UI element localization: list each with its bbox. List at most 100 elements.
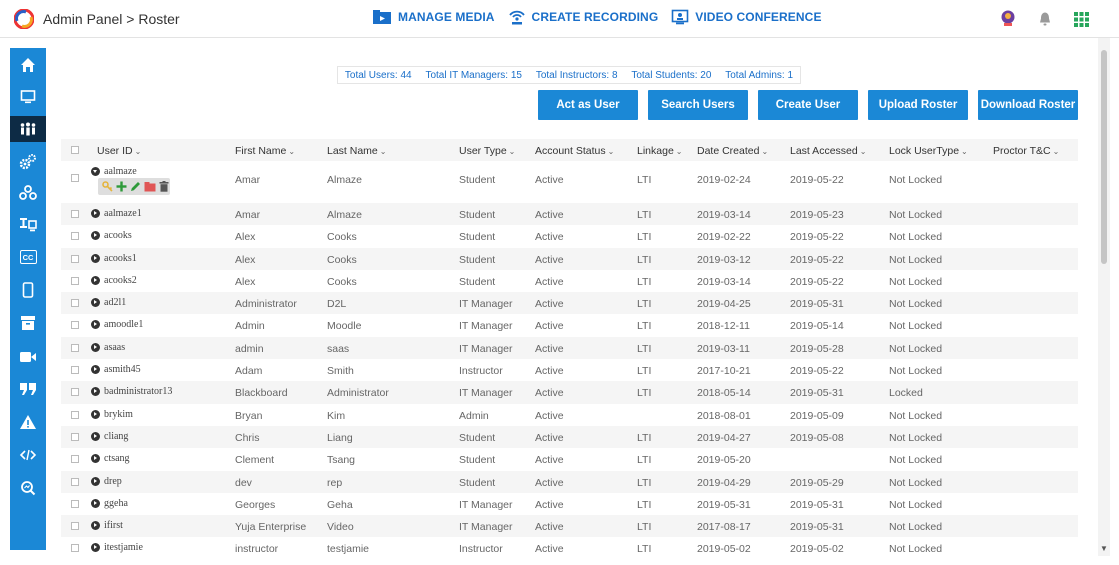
table-row[interactable]: aalmaze1 Amar Almaze Student Active LTI 2019-0… — [61, 203, 1078, 226]
expand-row-icon[interactable] — [91, 543, 100, 553]
table-row[interactable]: itestjamie instructor testjamie Instructor A… — [61, 537, 1078, 559]
video-conference-link[interactable]: VIDEO CONFERENCE — [671, 9, 821, 25]
table-row[interactable]: badministrator13 Blackboard Administrator I… — [61, 381, 1078, 404]
upload-roster-button[interactable]: Upload Roster — [868, 90, 968, 120]
table-row[interactable]: drep dev rep Student Active LTI 2019-04-29 2019… — [61, 470, 1078, 493]
user-avatar-icon[interactable] — [1000, 10, 1016, 28]
sort-caret-icon[interactable]: ⌄ — [676, 147, 683, 156]
row-checkbox[interactable] — [71, 232, 79, 241]
table-row[interactable]: acooks2 Alex Cooks Student Active LTI 2019-03-… — [61, 270, 1078, 292]
sort-caret-icon[interactable]: ⌄ — [1053, 147, 1060, 156]
user-id-cell[interactable]: ifirst — [91, 520, 123, 531]
row-checkbox[interactable] — [71, 432, 79, 441]
user-id-cell[interactable]: acooks — [91, 230, 132, 241]
user-id-cell[interactable]: asmith45 — [91, 364, 141, 375]
sidebar-item-search[interactable] — [10, 475, 46, 501]
user-id-cell[interactable]: ad2l1 — [91, 297, 126, 308]
sidebar-item-code[interactable] — [10, 442, 46, 468]
table-row[interactable]: asmith45 Adam Smith Instructor Active LTI 2017… — [61, 359, 1078, 381]
table-row[interactable]: ifirst Yuja Enterprise Video IT Manager Acti… — [61, 515, 1078, 538]
expand-row-icon[interactable] — [91, 431, 100, 441]
row-checkbox[interactable] — [71, 544, 79, 553]
sidebar-item-captions[interactable]: CC — [10, 244, 46, 270]
yuja-logo-icon[interactable] — [14, 9, 34, 29]
row-checkbox[interactable] — [71, 321, 79, 330]
col-proctor-tc-header[interactable]: Proctor T&C ⌄ — [993, 145, 1059, 157]
sort-caret-icon[interactable]: ⌄ — [380, 147, 387, 156]
expand-row-icon[interactable] — [91, 476, 100, 486]
sort-caret-icon[interactable]: ⌄ — [961, 147, 968, 156]
select-all-checkbox[interactable] — [71, 146, 79, 154]
trash-icon[interactable] — [159, 181, 169, 192]
sidebar-item-video[interactable] — [10, 344, 46, 370]
user-id-cell[interactable]: ctsang — [91, 453, 130, 464]
sort-caret-icon[interactable]: ⌄ — [509, 147, 516, 156]
page-scrollbar[interactable]: ▼ — [1098, 38, 1110, 556]
row-checkbox[interactable] — [71, 522, 79, 531]
sidebar-item-quotes[interactable] — [10, 376, 46, 402]
sidebar-item-settings[interactable] — [10, 149, 46, 175]
scrollbar-thumb[interactable] — [1101, 50, 1107, 264]
user-id-cell[interactable]: acooks1 — [91, 253, 137, 264]
expand-row-icon[interactable] — [91, 498, 100, 508]
plus-icon[interactable] — [116, 181, 127, 192]
user-id-cell[interactable]: acooks2 — [91, 275, 137, 286]
sort-caret-icon[interactable]: ⌄ — [761, 147, 768, 156]
expand-row-icon[interactable] — [91, 365, 100, 375]
sidebar-item-monitor[interactable] — [10, 84, 46, 110]
table-row[interactable]: amoodle1 Admin Moodle IT Manager Active LTI 20… — [61, 314, 1078, 336]
row-checkbox[interactable] — [71, 299, 79, 308]
user-id-cell[interactable]: badministrator13 — [91, 386, 172, 397]
table-row[interactable]: asaas admin saas IT Manager Active LTI 2019-03… — [61, 336, 1078, 360]
download-roster-button[interactable]: Download Roster — [978, 90, 1078, 120]
col-account-status-header[interactable]: Account Status ⌄ — [535, 145, 614, 157]
pencil-icon[interactable] — [130, 181, 141, 192]
row-checkbox[interactable] — [71, 388, 79, 397]
sidebar-item-alerts[interactable] — [10, 409, 46, 435]
sidebar-item-users[interactable] — [10, 116, 46, 142]
table-row[interactable]: acooks Alex Cooks Student Active LTI 2019-02-2… — [61, 225, 1078, 247]
col-first-name-header[interactable]: First Name ⌄ — [235, 145, 295, 157]
col-last-accessed-header[interactable]: Last Accessed ⌄ — [790, 145, 866, 157]
expand-row-icon[interactable] — [91, 521, 100, 531]
expand-row-icon[interactable] — [91, 209, 100, 218]
folder-icon[interactable] — [144, 181, 156, 192]
table-row[interactable]: acooks1 Alex Cooks Student Active LTI 2019-03-… — [61, 247, 1078, 270]
row-checkbox[interactable] — [71, 366, 79, 375]
sidebar-item-archive[interactable] — [10, 310, 46, 336]
col-linkage-header[interactable]: Linkage ⌄ — [637, 145, 682, 157]
row-checkbox[interactable] — [71, 276, 79, 285]
table-row[interactable]: cliang Chris Liang Student Active LTI 2019-04-… — [61, 425, 1078, 449]
sidebar-item-mobile[interactable] — [10, 277, 46, 303]
collapse-row-icon[interactable] — [91, 167, 100, 176]
col-user-id-header[interactable]: User ID ⌄ — [97, 145, 141, 157]
sort-caret-icon[interactable]: ⌄ — [135, 147, 142, 156]
expand-row-icon[interactable] — [91, 275, 100, 285]
table-row[interactable]: ctsang Clement Tsang Student Active LTI 2019-0… — [61, 448, 1078, 470]
expand-row-icon[interactable] — [91, 231, 100, 241]
table-row[interactable]: brykim Bryan Kim Admin Active 2018-08-01 2019-… — [61, 404, 1078, 426]
sidebar-item-groups[interactable] — [10, 180, 46, 206]
sidebar-item-display[interactable] — [10, 212, 46, 238]
sort-caret-icon[interactable]: ⌄ — [860, 147, 867, 156]
bell-icon[interactable] — [1038, 11, 1052, 27]
row-checkbox[interactable] — [71, 477, 79, 486]
table-row[interactable]: ad2l1 Administrator D2L IT Manager Active LTI… — [61, 292, 1078, 315]
user-id-cell[interactable]: asaas — [91, 342, 125, 353]
create-recording-link[interactable]: CREATE RECORDING — [508, 9, 659, 25]
col-last-name-header[interactable]: Last Name ⌄ — [327, 145, 386, 157]
row-checkbox[interactable] — [71, 343, 79, 352]
user-id-cell[interactable]: amoodle1 — [91, 319, 143, 330]
sort-caret-icon[interactable]: ⌄ — [288, 147, 295, 156]
apps-grid-icon[interactable] — [1074, 11, 1089, 27]
user-id-cell[interactable]: drep — [91, 476, 122, 487]
row-checkbox[interactable] — [71, 174, 79, 182]
row-checkbox[interactable] — [71, 210, 79, 218]
table-row[interactable]: ggeha Georges Geha IT Manager Active LTI 2019-… — [61, 493, 1078, 515]
expand-row-icon[interactable] — [91, 342, 100, 352]
scroll-down-arrow-icon[interactable]: ▼ — [1100, 544, 1108, 553]
row-checkbox[interactable] — [71, 499, 79, 508]
expand-row-icon[interactable] — [91, 253, 100, 263]
user-id-cell[interactable]: cliang — [91, 431, 128, 442]
expand-row-icon[interactable] — [91, 454, 100, 464]
